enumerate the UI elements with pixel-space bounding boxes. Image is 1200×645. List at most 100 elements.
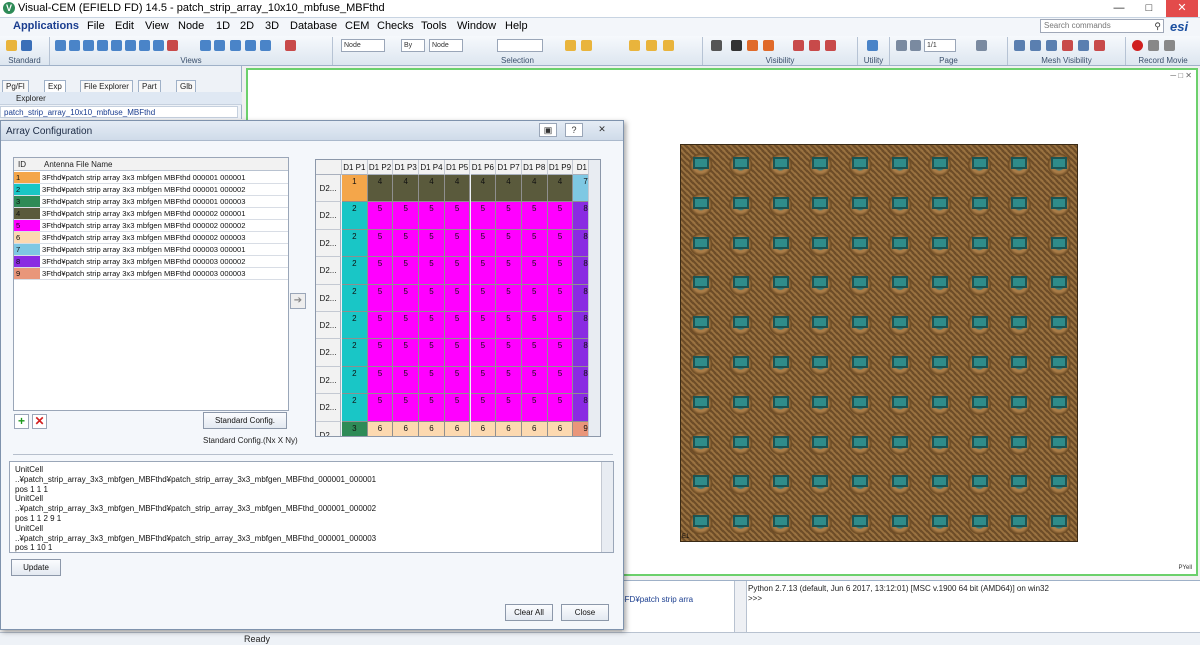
grid-cell[interactable]: 5 <box>521 202 548 230</box>
antenna-row[interactable]: 5 3Fthd¥patch strip array 3x3 mbfgen MBFt… <box>14 220 288 232</box>
deselect-icon[interactable] <box>646 40 657 51</box>
grid-column-header[interactable]: D1 P5 <box>444 160 471 175</box>
node-type-select[interactable]: Node <box>341 39 385 52</box>
by-select[interactable]: By <box>401 39 425 52</box>
grid-cell[interactable]: 5 <box>470 312 497 340</box>
grid-cell[interactable]: 2 <box>342 257 368 285</box>
select-all-icon[interactable] <box>629 40 640 51</box>
grid-cell[interactable]: 6 <box>419 421 445 436</box>
model-select[interactable]: patch_strip_array_10x10_mbfuse_MBFthd <box>0 106 238 118</box>
mesh-free-edge-icon[interactable] <box>1062 40 1073 51</box>
grid-cell[interactable]: 5 <box>470 339 497 367</box>
close-window-button[interactable]: ✕ <box>1166 0 1198 17</box>
grid-cell[interactable]: 5 <box>419 284 445 312</box>
page-prev-icon[interactable] <box>910 40 921 51</box>
menu-2d[interactable]: 2D <box>240 20 254 32</box>
menu-edit[interactable]: Edit <box>115 20 134 32</box>
grid-cell[interactable]: 5 <box>444 284 471 312</box>
eye-icon[interactable] <box>731 40 742 51</box>
update-button[interactable]: Update <box>11 559 61 576</box>
grid-cell[interactable]: 5 <box>367 257 394 285</box>
select-poly-icon[interactable] <box>581 40 592 51</box>
snap-icon[interactable] <box>245 40 256 51</box>
grid-cell[interactable]: 2 <box>342 339 368 367</box>
open-icon[interactable] <box>6 40 17 51</box>
remove-antenna-button[interactable]: ✕ <box>32 414 47 429</box>
mesh-feature-icon[interactable] <box>1078 40 1089 51</box>
grid-cell[interactable]: 6 <box>367 421 394 436</box>
grid-cell[interactable]: 3 <box>342 421 368 436</box>
grid-column-header[interactable]: D1 P7 <box>496 160 522 175</box>
grid-cell[interactable]: 5 <box>496 284 522 312</box>
grid-cell[interactable]: 5 <box>547 312 574 340</box>
tab-exp[interactable]: Exp <box>44 80 66 92</box>
grid-cell[interactable]: 5 <box>547 202 574 230</box>
grid-row-header[interactable]: D2... <box>316 229 341 258</box>
grid-cell[interactable]: 5 <box>547 229 574 258</box>
grid-cell[interactable]: 5 <box>367 312 394 340</box>
grid-cell[interactable]: 5 <box>547 366 574 395</box>
utility-icon[interactable] <box>867 40 878 51</box>
select-box-icon[interactable] <box>565 40 576 51</box>
show-only-icon[interactable] <box>793 40 804 51</box>
antenna-row[interactable]: 7 3Fthd¥patch strip array 3x3 mbfgen MBFt… <box>14 244 288 256</box>
menu-1d[interactable]: 1D <box>216 20 230 32</box>
grid-cell[interactable]: 5 <box>521 229 548 258</box>
menu-3d[interactable]: 3D <box>265 20 279 32</box>
viewport-window-controls[interactable]: ─ □ ✕ <box>1170 71 1192 80</box>
grid-cell[interactable]: 2 <box>342 229 368 258</box>
antenna-row[interactable]: 4 3Fthd¥patch strip array 3x3 mbfgen MBFt… <box>14 208 288 220</box>
antenna-row[interactable]: 9 3Fthd¥patch strip array 3x3 mbfgen MBFt… <box>14 268 288 280</box>
grid-cell[interactable]: 5 <box>419 394 445 422</box>
grid-cell[interactable]: 2 <box>342 366 368 395</box>
grid-cell[interactable]: 5 <box>547 394 574 422</box>
grid-cell[interactable]: 6 <box>444 421 471 436</box>
grid-cell[interactable]: 5 <box>393 257 420 285</box>
reverse-icon[interactable] <box>809 40 820 51</box>
hide-icon[interactable] <box>763 40 774 51</box>
grid-cell[interactable]: 5 <box>470 366 497 395</box>
grid-cell[interactable]: 5 <box>521 284 548 312</box>
grid-cell[interactable]: 6 <box>521 421 548 436</box>
node-select[interactable]: Node <box>429 39 463 52</box>
grid-row-header[interactable]: D2... <box>316 339 341 367</box>
view-right-icon[interactable] <box>111 40 122 51</box>
grid-cell[interactable]: 5 <box>419 312 445 340</box>
grid-row-header[interactable]: D2... <box>316 257 341 285</box>
grid-cell[interactable]: 5 <box>496 312 522 340</box>
view-top-icon[interactable] <box>125 40 136 51</box>
grid-cell[interactable]: 5 <box>393 229 420 258</box>
grid-cell[interactable]: 5 <box>367 339 394 367</box>
grid-cell[interactable]: 5 <box>393 339 420 367</box>
stop-icon[interactable] <box>1164 40 1175 51</box>
dialog-splitter[interactable] <box>13 454 613 457</box>
view-bottom-icon[interactable] <box>139 40 150 51</box>
array-grid[interactable]: D1 P1 D1 P2 D1 P3 D1 P4 D1 P5 D1 P6 D1 P7 D1 P8… <box>315 159 601 437</box>
view-iso-icon[interactable] <box>55 40 66 51</box>
standard-config-button[interactable]: Standard Config. <box>203 412 287 429</box>
grid-row-header[interactable]: D2... <box>316 175 341 203</box>
grid-cell[interactable]: 5 <box>496 394 522 422</box>
tab-file-explorer[interactable]: File Explorer <box>80 80 133 92</box>
menu-window[interactable]: Window <box>457 20 496 32</box>
grid-column-header[interactable]: D1 P1 <box>342 160 368 175</box>
grid-cell[interactable]: 5 <box>496 339 522 367</box>
invert-select-icon[interactable] <box>663 40 674 51</box>
dialog-help-icon[interactable]: ? <box>565 123 583 137</box>
antenna-row[interactable]: 3 3Fthd¥patch strip array 3x3 mbfgen MBFt… <box>14 196 288 208</box>
mesh-icon[interactable] <box>1014 40 1025 51</box>
grid-cell[interactable]: 5 <box>496 257 522 285</box>
grid-cell[interactable]: 4 <box>444 175 471 203</box>
grid-cell[interactable]: 5 <box>393 394 420 422</box>
grid-cell[interactable]: 5 <box>444 394 471 422</box>
rotate-icon[interactable] <box>167 40 178 51</box>
tab-part[interactable]: Part <box>138 80 161 92</box>
grid-cell[interactable]: 1 <box>342 175 368 203</box>
tab-glb[interactable]: Glb <box>176 80 197 92</box>
grid-cell[interactable]: 5 <box>393 284 420 312</box>
grid-cell[interactable]: 4 <box>393 175 420 203</box>
group-visibility-icon[interactable] <box>825 40 836 51</box>
grid-column-header[interactable]: D1 P4 <box>419 160 445 175</box>
search-input[interactable]: Search commands ⚲ <box>1040 19 1164 33</box>
grid-cell[interactable]: 4 <box>521 175 548 203</box>
